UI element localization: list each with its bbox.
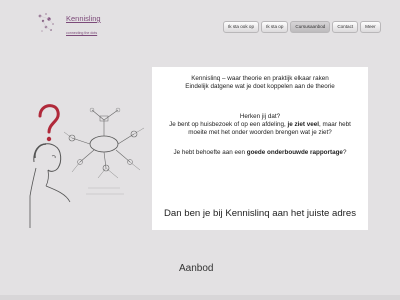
nav-contact[interactable]: Contact: [332, 21, 359, 33]
brand-link[interactable]: Kennisling: [66, 14, 101, 23]
intro-panel: Kennislinq – waar theorie en praktijk el…: [152, 67, 368, 230]
paragraph-1-bold: je ziet veel: [287, 121, 319, 128]
closing-statement: Dan ben je bij Kennislinq aan het juiste…: [163, 208, 356, 219]
paragraph-2: moeite met het onder woorden brengen wat…: [188, 129, 332, 136]
main-nav: Ik sta ook op Ik sta op Cursusaanbod Con…: [223, 21, 381, 33]
paragraph-1-post: , maar hebt: [319, 121, 351, 128]
paragraph-1: Je bent op huisbezoek of op een afdeling…: [152, 121, 368, 128]
paragraph-3: Je hebt behoefte aan een goede onderbouw…: [152, 149, 368, 156]
nav-ik-sta-ook-op[interactable]: Ik sta ook op: [223, 21, 260, 33]
tagline-link[interactable]: connecting the dots: [66, 31, 97, 35]
paragraph-3-bold: goede onderbouwde rapportage: [246, 149, 343, 156]
paragraph-3-post: ?: [342, 149, 347, 156]
paragraph-1-pre: Je bent op huisbezoek of op een afdeling…: [169, 121, 288, 128]
headline: Kennislinq – waar theorie en praktijk el…: [191, 75, 329, 82]
subline: Eindelijk datgene wat je doet koppelen a…: [185, 83, 335, 90]
nav-ik-sta-op[interactable]: Ik sta op: [261, 21, 289, 33]
section-title-aanbod: Aanbod: [179, 263, 214, 274]
thinking-person-mindmap-icon: [29, 104, 145, 228]
question: Herken jij dat?: [239, 113, 281, 120]
dots-logo-icon[interactable]: [34, 9, 64, 39]
site-header: Kennisling connecting the dots Ik sta oo…: [0, 0, 400, 44]
nav-cursusaanbod[interactable]: Cursusaanbod: [290, 21, 331, 33]
section-divider: [0, 295, 400, 300]
paragraph-3-pre: Je hebt behoefte aan een: [173, 149, 247, 156]
nav-meer[interactable]: Meer: [360, 21, 381, 33]
